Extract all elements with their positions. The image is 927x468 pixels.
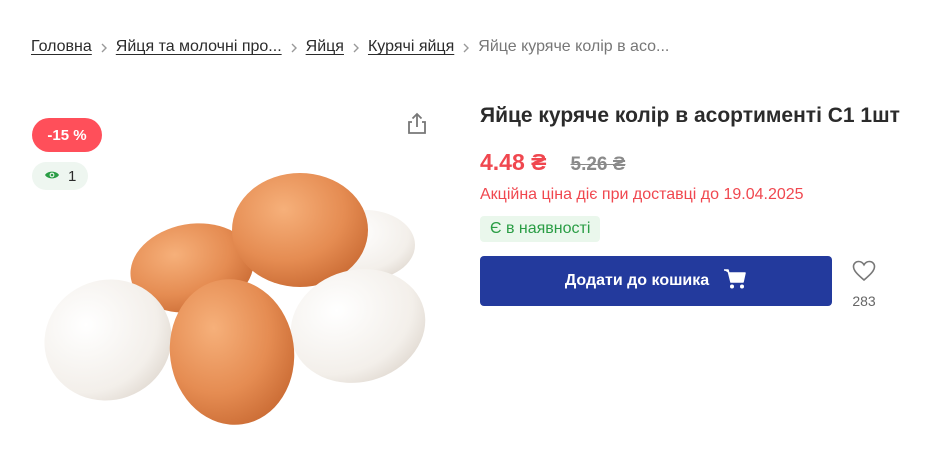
heart-icon bbox=[852, 260, 876, 287]
breadcrumb-current: Яйце куряче колір в асо... bbox=[478, 38, 670, 55]
cart-row: Додати до кошика 283 bbox=[480, 256, 900, 309]
cart-icon bbox=[723, 268, 747, 295]
share-icon[interactable] bbox=[403, 110, 431, 138]
chevron-right-icon bbox=[344, 39, 368, 55]
breadcrumb-eggs[interactable]: Яйця bbox=[306, 38, 344, 56]
wishlist-count: 283 bbox=[852, 293, 876, 309]
chevron-right-icon bbox=[282, 39, 306, 55]
price-old: 5.26 ₴ bbox=[570, 154, 626, 175]
product-title: Яйце куряче колір в асортименті С1 1шт bbox=[480, 104, 900, 127]
product-info: Яйце куряче колір в асортименті С1 1шт 4… bbox=[480, 100, 900, 309]
breadcrumb-eggs-dairy[interactable]: Яйця та молочні про... bbox=[116, 38, 282, 56]
add-to-cart-button[interactable]: Додати до кошика bbox=[480, 256, 832, 306]
chevron-right-icon bbox=[92, 39, 116, 55]
product-gallery: -15 % 1 bbox=[20, 100, 440, 450]
stock-badge: Є в наявності bbox=[480, 216, 601, 242]
breadcrumb: Головна Яйця та молочні про... Яйця Куря… bbox=[31, 38, 669, 56]
add-to-cart-label: Додати до кошика bbox=[564, 272, 710, 289]
price-block: 4.48 ₴ 5.26 ₴ bbox=[480, 149, 900, 176]
product-image[interactable] bbox=[30, 170, 430, 430]
price-current: 4.48 ₴ bbox=[480, 149, 547, 175]
chevron-right-icon bbox=[454, 39, 478, 55]
promo-text: Акційна ціна діє при доставці до 19.04.2… bbox=[480, 186, 804, 203]
wishlist-button[interactable]: 283 bbox=[852, 260, 876, 309]
breadcrumb-chicken-eggs[interactable]: Курячі яйця bbox=[368, 38, 454, 56]
breadcrumb-home[interactable]: Головна bbox=[31, 38, 92, 56]
discount-badge: -15 % bbox=[32, 118, 102, 152]
